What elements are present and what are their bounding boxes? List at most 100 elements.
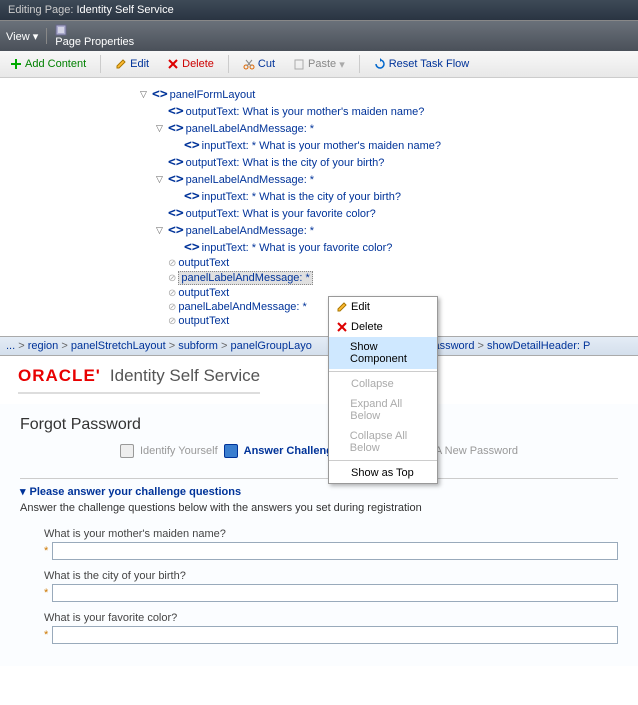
question-label: What is your favorite color? (44, 612, 618, 624)
question-3: What is your favorite color? * (44, 612, 618, 644)
tag-icon: <> (184, 240, 200, 255)
answer-input-3[interactable] (52, 626, 618, 644)
hidden-icon: ⊘ (168, 273, 176, 284)
toolbar-separator (228, 55, 229, 73)
question-1: What is your mother's maiden name? * (44, 528, 618, 560)
x-icon (337, 322, 347, 332)
tree-node[interactable]: <>outputText: What is the city of your b… (156, 154, 638, 171)
oracle-logo: ORACLE' (18, 366, 101, 385)
page-content: Forgot Password Identify Yourself Answer… (0, 404, 638, 666)
clipboard-icon (293, 58, 305, 70)
chevron-down-icon: ▾ (339, 58, 345, 71)
required-star: * (44, 629, 48, 641)
hidden-icon: ⊘ (168, 258, 176, 269)
question-2: What is the city of your birth? * (44, 570, 618, 602)
pencil-icon (337, 302, 347, 312)
title-label: Editing Page: (8, 4, 77, 16)
scissors-icon (243, 58, 255, 70)
oracle-subtitle: Identity Self Service (110, 366, 260, 385)
tag-icon: <> (168, 155, 184, 170)
action-toolbar: Add Content Edit Delete Cut Paste ▾ Rese… (0, 51, 638, 78)
page-title: Forgot Password (20, 416, 618, 434)
ctx-expand-all: Expand All Below (329, 394, 437, 426)
step-box-active (224, 444, 238, 458)
hidden-icon: ⊘ (168, 288, 176, 299)
section-description: Answer the challenge questions below wit… (20, 502, 618, 514)
add-content-button[interactable]: Add Content (6, 56, 90, 72)
tag-icon: <> (168, 172, 184, 187)
tree-node[interactable]: <>outputText: What is your favorite colo… (156, 205, 638, 222)
ctx-show-as-top[interactable]: Show as Top (329, 463, 437, 483)
challenge-section: ▾ Please answer your challenge questions… (20, 478, 618, 644)
breadcrumb-item[interactable]: subform (178, 340, 218, 352)
delete-button[interactable]: Delete (163, 56, 218, 72)
tree-node[interactable]: <>outputText: What is your mother's maid… (156, 103, 638, 120)
required-star: * (44, 545, 48, 557)
cut-button[interactable]: Cut (239, 56, 279, 72)
view-menu[interactable]: View ▾ (6, 30, 38, 43)
ctx-show-component[interactable]: Show Component (329, 337, 437, 369)
oracle-header: ORACLE' Identity Self Service (0, 356, 638, 404)
ctx-collapse: Collapse (329, 374, 437, 394)
breadcrumb-item[interactable]: showDetailHeader: P (487, 340, 590, 352)
title-value: Identity Self Service (77, 4, 174, 16)
pencil-icon (115, 58, 127, 70)
tag-icon: <> (168, 223, 184, 238)
tree-node-hidden-selected[interactable]: ⊘panelLabelAndMessage: * (156, 270, 638, 286)
breadcrumb-item[interactable]: panelGroupLayo (230, 340, 311, 352)
ctx-edit[interactable]: Edit (329, 297, 437, 317)
required-star: * (44, 587, 48, 599)
expander-icon[interactable]: ▽ (156, 123, 166, 134)
ctx-divider (329, 460, 437, 461)
step-identify: Identify Yourself (140, 445, 218, 457)
section-header[interactable]: ▾ Please answer your challenge questions (20, 485, 618, 498)
tag-icon: <> (184, 189, 200, 204)
ctx-divider (329, 371, 437, 372)
tree-node[interactable]: ▽<>panelLabelAndMessage: * (156, 171, 638, 188)
toolbar-separator (100, 55, 101, 73)
tree-node[interactable]: <>inputText: * What is your mother's mai… (172, 137, 638, 154)
menu-separator (46, 28, 47, 44)
tree-node[interactable]: ▽<>panelLabelAndMessage: * (156, 222, 638, 239)
x-icon (167, 58, 179, 70)
hidden-icon: ⊘ (168, 316, 176, 327)
question-label: What is the city of your birth? (44, 570, 618, 582)
tag-icon: <> (168, 206, 184, 221)
expander-icon[interactable]: ▽ (156, 174, 166, 185)
expander-icon[interactable]: ▽ (140, 89, 150, 100)
tag-icon: <> (184, 138, 200, 153)
expander-icon[interactable]: ▽ (156, 225, 166, 236)
toolbar-separator (359, 55, 360, 73)
hidden-icon: ⊘ (168, 302, 176, 313)
tree-node[interactable]: <>inputText: * What is your favorite col… (172, 239, 638, 256)
chevron-down-icon: ▾ (33, 31, 39, 43)
plus-icon (10, 58, 22, 70)
ctx-collapse-all: Collapse All Below (329, 426, 437, 458)
ctx-delete[interactable]: Delete (329, 317, 437, 337)
answer-input-1[interactable] (52, 542, 618, 560)
step-box (120, 444, 134, 458)
component-tree: ▽<>panelFormLayout <>outputText: What is… (0, 78, 638, 336)
paste-button[interactable]: Paste ▾ (289, 56, 349, 73)
page-properties-menu[interactable]: Page Properties (55, 24, 134, 48)
breadcrumb-item[interactable]: region (28, 340, 59, 352)
tree-node[interactable]: ▽<>panelLabelAndMessage: * (156, 120, 638, 137)
menu-bar: View ▾ Page Properties (0, 20, 638, 51)
tree-node[interactable]: <>inputText: * What is the city of your … (172, 188, 638, 205)
wizard-steps: Identify Yourself Answer Challenge Quest… (20, 444, 618, 458)
properties-icon (55, 24, 134, 36)
tag-icon: <> (168, 104, 184, 119)
reset-task-flow-button[interactable]: Reset Task Flow (370, 56, 474, 72)
context-menu: Edit Delete Show Component Collapse Expa… (328, 296, 438, 484)
collapse-icon: ▾ (20, 485, 26, 498)
question-label: What is your mother's maiden name? (44, 528, 618, 540)
breadcrumb-item[interactable]: panelStretchLayout (71, 340, 166, 352)
breadcrumb-more[interactable]: ... (6, 340, 15, 352)
title-bar: Editing Page: Identity Self Service (0, 0, 638, 20)
tree-node[interactable]: ▽<>panelFormLayout (140, 86, 638, 103)
tag-icon: <> (152, 87, 168, 102)
tree-node-hidden[interactable]: ⊘outputText (156, 256, 638, 270)
answer-input-2[interactable] (52, 584, 618, 602)
edit-button[interactable]: Edit (111, 56, 153, 72)
tag-icon: <> (168, 121, 184, 136)
